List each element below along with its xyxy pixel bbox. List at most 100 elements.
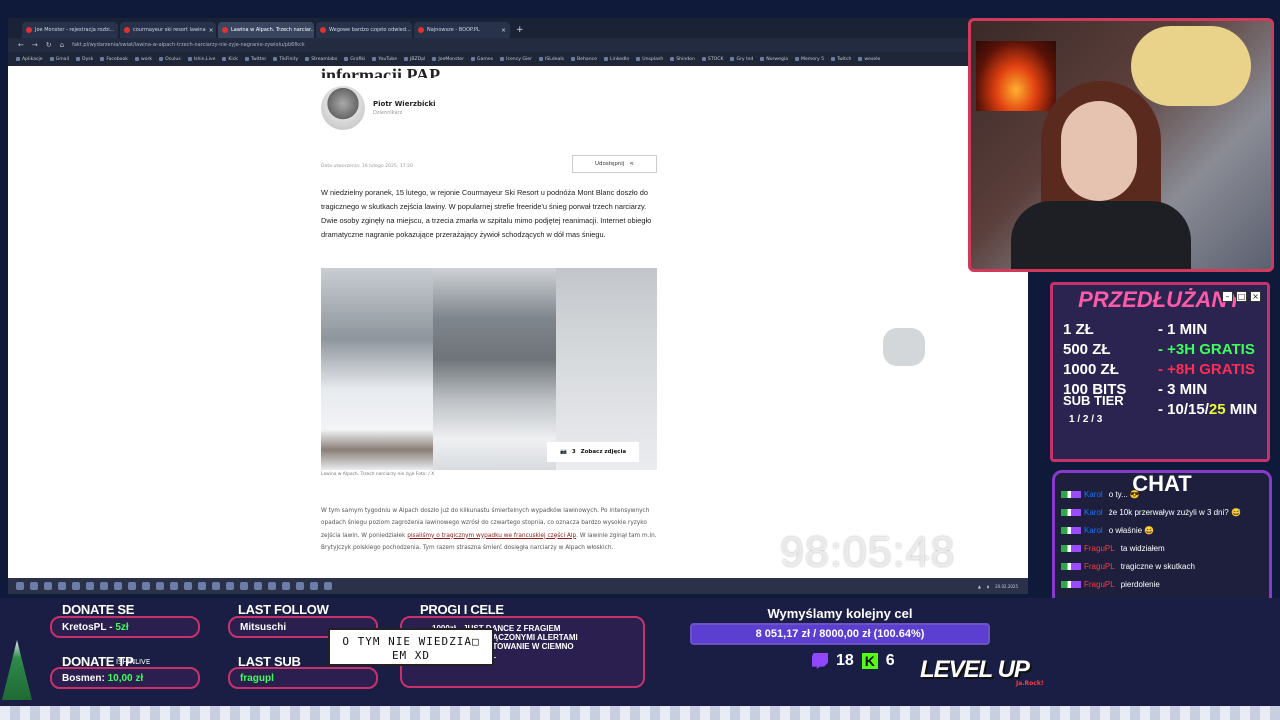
twitch-viewers: 18 xyxy=(836,652,854,669)
bookmark-item[interactable]: JoeMonster xyxy=(432,57,464,62)
url-field[interactable]: fakt.pl/wydarzenia/swiat/lawina-w-alpach… xyxy=(72,42,305,48)
app-icon[interactable] xyxy=(240,582,248,590)
article-photo[interactable]: 📷 3 Zobacz zdjęcia xyxy=(321,268,657,470)
bookmark-item[interactable]: Shindon xyxy=(670,57,695,62)
pricing-row-sub: SUB TIER 1 / 2 / 3 - 10/15/25 MIN xyxy=(1063,393,1263,425)
bookmark-item[interactable]: Games xyxy=(471,57,493,62)
bookmark-item[interactable]: Icency Gier xyxy=(500,57,532,62)
share-label: Udostępnij xyxy=(595,161,625,167)
app-icon[interactable] xyxy=(156,582,164,590)
browser-tab[interactable]: Lawina w Alpach. Trzech narciar...× xyxy=(218,22,314,38)
bookmark-item[interactable]: Gmail xyxy=(50,57,69,62)
last-donation: KretosPL - 5zł xyxy=(50,616,200,638)
home-icon[interactable]: ⌂ xyxy=(60,41,64,49)
share-button[interactable]: Udostępnij ⋖ xyxy=(572,155,657,173)
author-name[interactable]: Piotr Wierzbicki xyxy=(373,100,436,108)
browser-tab[interactable]: Wegowe bardzo często odwied...× xyxy=(316,22,412,38)
bookmark-item[interactable]: LinkedIn xyxy=(604,57,629,62)
tray-clock[interactable]: 20.02.2025 xyxy=(995,584,1018,589)
chat-username[interactable]: Karol xyxy=(1084,526,1103,535)
gallery-button[interactable]: 📷 3 Zobacz zdjęcia xyxy=(547,442,639,462)
bookmark-item[interactable]: Facebook xyxy=(100,57,128,62)
chat-username[interactable]: FraguPL xyxy=(1084,562,1115,571)
app-icon[interactable] xyxy=(184,582,192,590)
app-icon[interactable] xyxy=(226,582,234,590)
system-tray[interactable]: ▲ ◖ 20.02.2025 xyxy=(978,584,1028,589)
app-icon[interactable] xyxy=(72,582,80,590)
close-tab-icon[interactable]: × xyxy=(501,27,506,34)
article-link[interactable]: pisaliśmy o tragicznym wypadku we francu… xyxy=(407,533,576,539)
app-icon[interactable] xyxy=(198,582,206,590)
close-tab-icon[interactable]: × xyxy=(117,27,118,34)
tab-label: Najnowsze - BOOP.PL xyxy=(427,27,480,33)
bookmark-item[interactable]: Unsplash xyxy=(636,57,663,62)
browser-tab[interactable]: Najnowsze - BOOP.PL × xyxy=(414,22,510,38)
chat-message[interactable]: FraguPL pierdolenie xyxy=(1061,579,1267,591)
app-icon[interactable] xyxy=(128,582,136,590)
chat-username[interactable]: Karol xyxy=(1084,490,1103,499)
search-icon[interactable] xyxy=(30,582,38,590)
app-icon[interactable] xyxy=(282,582,290,590)
reload-icon[interactable]: ↻ xyxy=(46,41,52,49)
app-icon[interactable] xyxy=(324,582,332,590)
browser-tab[interactable]: courmayeur ski resort lawina × xyxy=(120,22,216,38)
start-icon[interactable] xyxy=(16,582,24,590)
app-icon[interactable] xyxy=(310,582,318,590)
bookmark-item[interactable]: wesele xyxy=(858,57,880,62)
bookmark-item[interactable]: Twitter xyxy=(245,57,266,62)
chat-message[interactable]: Karol o właśnie 😄 xyxy=(1061,525,1267,537)
bookmark-item[interactable]: Aplikacje xyxy=(16,57,43,62)
minimize-icon[interactable]: – xyxy=(1222,291,1233,302)
app-icon[interactable] xyxy=(86,582,94,590)
sub-value: - 10/15/ xyxy=(1158,400,1209,418)
bookmark-item[interactable]: Behance xyxy=(571,57,597,62)
bookmark-item[interactable]: work xyxy=(135,57,152,62)
chat-username[interactable]: FraguPL xyxy=(1084,544,1115,553)
app-icon[interactable] xyxy=(254,582,262,590)
bookmark-item[interactable]: JBZDpl xyxy=(404,57,425,62)
author-avatar[interactable] xyxy=(321,86,365,130)
chat-username[interactable]: Karol xyxy=(1084,508,1103,517)
app-icon[interactable] xyxy=(114,582,122,590)
bookmark-item[interactable]: Memory 5 xyxy=(795,57,824,62)
app-icon[interactable] xyxy=(212,582,220,590)
forward-icon[interactable]: → xyxy=(32,41,38,49)
bookmark-item[interactable]: Ishin.Live xyxy=(188,57,216,62)
browser-icon[interactable] xyxy=(58,582,66,590)
floating-robot-icon[interactable] xyxy=(883,328,925,366)
app-icon[interactable] xyxy=(170,582,178,590)
bookmark-item[interactable]: YouTube xyxy=(372,57,397,62)
chat-username[interactable]: FraguPL xyxy=(1084,580,1115,589)
bookmark-item[interactable]: Kick xyxy=(222,57,237,62)
chat-text: że 10k przerwaływ zużyli w 3 dni? 😅 xyxy=(1108,508,1241,517)
chat-message[interactable]: FraguPL tragiczne w skutkach xyxy=(1061,561,1267,573)
browser-window: Joe Monster - rejestracja rozbi...×courm… xyxy=(8,18,1028,578)
volume-icon[interactable]: ◖ xyxy=(987,584,989,589)
file-explorer-icon[interactable] xyxy=(44,582,52,590)
bookmark-item[interactable]: Oculus xyxy=(159,57,181,62)
bookmark-item[interactable]: STOCK xyxy=(702,57,724,62)
app-icon[interactable] xyxy=(268,582,276,590)
browser-tab[interactable]: Joe Monster - rejestracja rozbi...× xyxy=(22,22,118,38)
bookmark-item[interactable]: ISLdeals xyxy=(539,57,564,62)
close-icon[interactable]: × xyxy=(1250,291,1261,302)
bookmark-item[interactable]: Grafiki xyxy=(344,57,365,62)
bookmark-item[interactable]: Dysk xyxy=(76,57,93,62)
chat-message[interactable]: Karol że 10k przerwaływ zużyli w 3 dni? 😅 xyxy=(1061,507,1267,519)
close-tab-icon[interactable]: × xyxy=(209,27,214,34)
app-icon[interactable] xyxy=(296,582,304,590)
maximize-icon[interactable]: □ xyxy=(1236,291,1247,302)
chat-message[interactable]: FraguPL ta widziałem xyxy=(1061,543,1267,555)
chat-text: o właśnie 😄 xyxy=(1108,526,1155,535)
bookmark-item[interactable]: TikFinity xyxy=(273,57,298,62)
app-icon[interactable] xyxy=(142,582,150,590)
bookmark-item[interactable]: Twitch xyxy=(831,57,851,62)
bookmark-item[interactable]: Norwegia xyxy=(760,57,788,62)
wifi-icon[interactable]: ▲ xyxy=(978,584,981,589)
bookmark-item[interactable]: Streamlabs xyxy=(305,57,337,62)
chat-message[interactable]: Karol o ty... 😎 xyxy=(1061,489,1267,501)
bookmark-item[interactable]: Gry Ind xyxy=(730,57,753,62)
app-icon[interactable] xyxy=(100,582,108,590)
new-tab-icon[interactable]: + xyxy=(516,22,524,38)
back-icon[interactable]: ← xyxy=(18,41,24,49)
